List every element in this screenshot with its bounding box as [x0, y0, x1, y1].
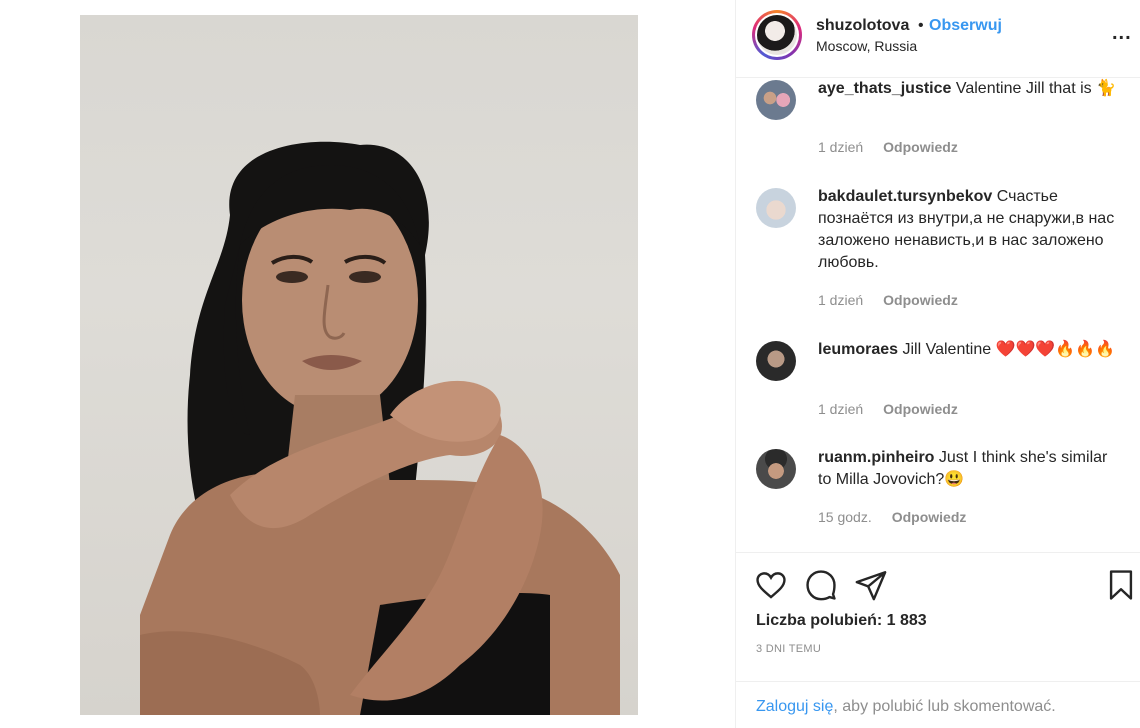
comment-icon[interactable]: [804, 568, 838, 602]
comment-text: leumoraes Jill Valentine ❤️❤️❤️🔥🔥🔥: [818, 339, 1118, 361]
comment-text: bakdaulet.tursynbekov Счастье познаётся …: [818, 186, 1118, 274]
comment-body: Jill Valentine ❤️❤️❤️🔥🔥🔥: [902, 341, 1116, 358]
comment-age: 1 dzień: [818, 401, 864, 417]
reply-button[interactable]: Odpowiedz: [883, 139, 958, 155]
comment-age: 1 dzień: [818, 292, 864, 308]
post-actions: Liczba polubień: 1 883 3 DNI TEMU Zalogu…: [736, 552, 1140, 728]
bookmark-icon[interactable]: [1104, 568, 1138, 602]
post-side-panel: shuzolotova • Obserwuj Moscow, Russia ..…: [735, 0, 1140, 728]
post-header: shuzolotova • Obserwuj Moscow, Russia ..…: [736, 0, 1140, 78]
reply-button[interactable]: Odpowiedz: [892, 509, 967, 525]
comment-text: ruanm.pinheiro Just I think she's simila…: [818, 447, 1118, 491]
login-prompt: Zaloguj się, aby polubić lub skomentować…: [736, 681, 1140, 728]
comment-meta: 1 dzień Odpowiedz: [818, 139, 958, 155]
commenter-avatar[interactable]: [756, 188, 796, 228]
login-link[interactable]: Zaloguj się: [756, 698, 833, 715]
commenter-avatar[interactable]: [756, 341, 796, 381]
comment-age: 15 godz.: [818, 509, 872, 525]
reply-button[interactable]: Odpowiedz: [883, 401, 958, 417]
story-avatar[interactable]: [752, 10, 802, 60]
avatar-inner: [755, 13, 799, 57]
commenter-avatar[interactable]: [756, 449, 796, 489]
commenter-username[interactable]: ruanm.pinheiro: [818, 449, 934, 466]
comment-text: aye_thats_justice Valentine Jill that is…: [818, 78, 1118, 100]
comment-meta: 1 dzień Odpowiedz: [818, 292, 958, 308]
author-username[interactable]: shuzolotova: [816, 17, 909, 35]
likes-count[interactable]: Liczba polubień: 1 883: [756, 612, 927, 630]
login-prompt-rest: , aby polubić lub skomentować.: [833, 698, 1056, 715]
post-time[interactable]: 3 DNI TEMU: [756, 643, 821, 655]
commenter-username[interactable]: leumoraes: [818, 341, 898, 358]
post-photo[interactable]: [80, 15, 638, 715]
post-media-area: [0, 0, 735, 728]
heart-icon[interactable]: [754, 568, 788, 602]
portrait-photo: [140, 141, 620, 715]
header-separator: •: [918, 17, 924, 34]
comment-age: 1 dzień: [818, 139, 864, 155]
comment-meta: 1 dzień Odpowiedz: [818, 401, 958, 417]
commenter-username[interactable]: aye_thats_justice: [818, 80, 951, 97]
commenter-avatar[interactable]: [756, 80, 796, 120]
commenter-username[interactable]: bakdaulet.tursynbekov: [818, 188, 992, 205]
comments-list[interactable]: aye_thats_justice Valentine Jill that is…: [736, 78, 1140, 552]
follow-button[interactable]: Obserwuj: [929, 17, 1002, 35]
comment-body: Valentine Jill that is 🐈: [955, 80, 1116, 97]
avatar-image: [757, 15, 797, 55]
reply-button[interactable]: Odpowiedz: [883, 292, 958, 308]
post-location[interactable]: Moscow, Russia: [816, 38, 917, 54]
share-icon[interactable]: [854, 568, 888, 602]
login-prompt-text: Zaloguj się, aby polubić lub skomentować…: [756, 698, 1056, 716]
comment-meta: 15 godz. Odpowiedz: [818, 509, 966, 525]
more-options-icon[interactable]: ...: [1112, 22, 1132, 45]
